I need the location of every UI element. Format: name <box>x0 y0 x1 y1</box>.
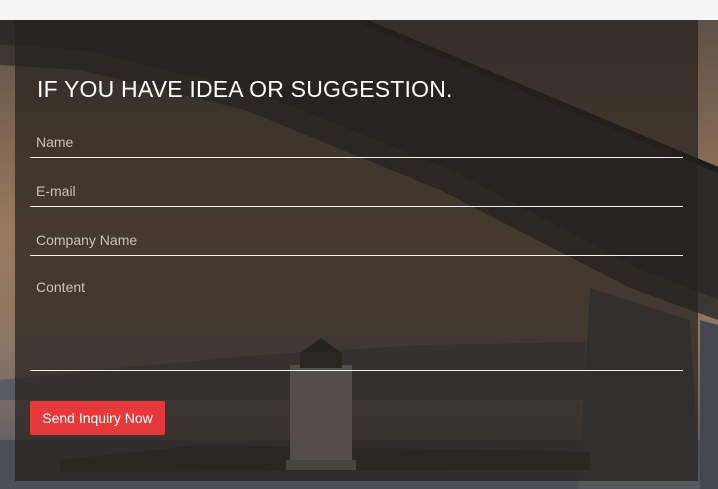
top-strip <box>0 0 718 20</box>
send-inquiry-button[interactable]: Send Inquiry Now <box>30 401 165 435</box>
email-field[interactable] <box>30 175 683 207</box>
name-field[interactable] <box>30 126 683 158</box>
content-field[interactable] <box>30 274 683 371</box>
form-title: IF YOU HAVE IDEA OR SUGGESTION. <box>37 76 453 102</box>
company-name-field[interactable] <box>30 224 683 256</box>
